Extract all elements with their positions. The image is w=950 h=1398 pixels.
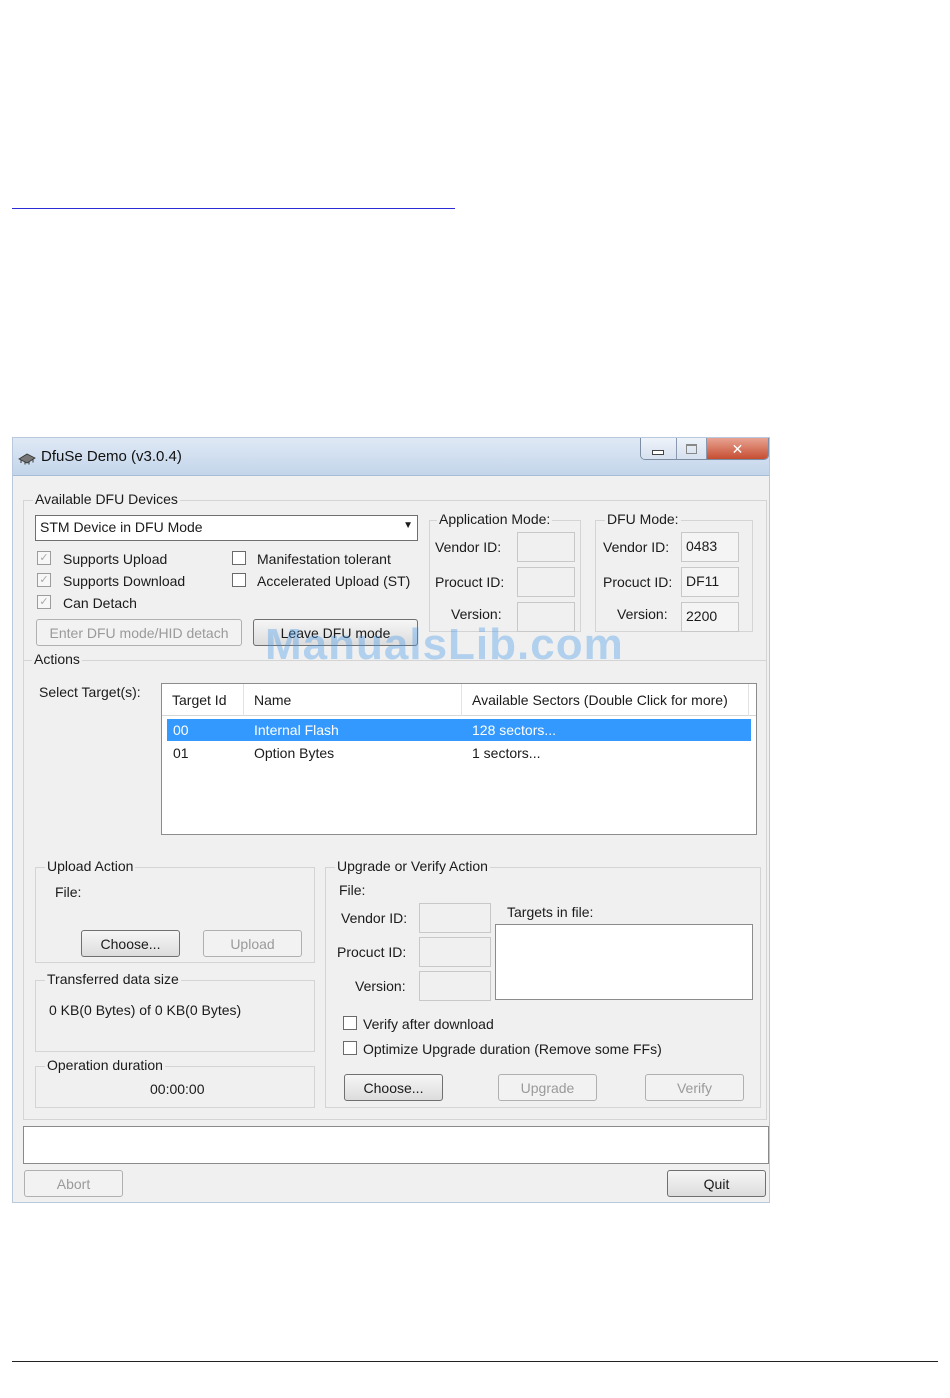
dfu-product-label: Procuct ID: (603, 574, 673, 590)
abort-button[interactable]: Abort (24, 1170, 123, 1197)
upgrade-file-label: File: (339, 882, 366, 898)
target-row-internal-flash[interactable]: 00 Internal Flash 128 sectors... (167, 719, 751, 741)
column-name[interactable]: Name (244, 684, 462, 716)
verify-button[interactable]: Verify (645, 1074, 744, 1101)
device-combo-value: STM Device in DFU Mode (40, 519, 203, 535)
application-mode-label: Application Mode: (437, 511, 553, 527)
supports-download-label: Supports Download (63, 573, 186, 589)
app-vendor-field (517, 532, 575, 562)
target-id: 00 (173, 722, 189, 738)
verify-after-download-label: Verify after download (363, 1016, 494, 1032)
enter-dfu-button[interactable]: Enter DFU mode/HID detach (36, 619, 242, 646)
maximize-button[interactable] (676, 438, 707, 459)
verify-after-download-checkbox[interactable] (343, 1016, 357, 1030)
app-product-field (517, 567, 575, 597)
select-target-label: Select Target(s): (39, 684, 141, 700)
accelerated-upload-label: Accelerated Upload (ST) (257, 573, 411, 589)
optimize-upgrade-checkbox[interactable] (343, 1041, 357, 1055)
target-name: Internal Flash (254, 722, 339, 738)
app-vendor-label: Vendor ID: (435, 539, 502, 555)
target-list-header: Target Id Name Available Sectors (Double… (162, 684, 756, 716)
status-bar (23, 1126, 769, 1164)
manifestation-tolerant-label: Manifestation tolerant (257, 551, 391, 567)
optimize-upgrade-label: Optimize Upgrade duration (Remove some F… (363, 1041, 662, 1057)
upgrade-vendor-label: Vendor ID: (341, 910, 408, 926)
window-title: DfuSe Demo (v3.0.4) (41, 448, 182, 465)
upgrade-button[interactable]: Upgrade (498, 1074, 597, 1101)
title-bar[interactable]: DfuSe Demo (v3.0.4) ✕ (13, 438, 769, 476)
upgrade-vendor-field (419, 903, 491, 933)
actions-label: Actions (32, 651, 82, 667)
chip-app-icon (18, 453, 36, 465)
close-button[interactable]: ✕ (706, 438, 768, 459)
upgrade-product-field (419, 937, 491, 967)
dfu-vendor-field: 0483 (681, 532, 739, 562)
upload-choose-button[interactable]: Choose... (81, 930, 180, 957)
window-controls: ✕ (640, 438, 769, 460)
column-available-sectors[interactable]: Available Sectors (Double Click for more… (462, 684, 749, 716)
supports-upload-label: Supports Upload (63, 551, 168, 567)
target-list[interactable]: Target Id Name Available Sectors (Double… (161, 683, 757, 835)
target-name: Option Bytes (254, 745, 335, 761)
targets-in-file-label: Targets in file: (507, 904, 594, 920)
target-sectors: 128 sectors... (472, 722, 557, 738)
watermark: ManualsLib.com (265, 620, 624, 669)
upgrade-action-label: Upgrade or Verify Action (335, 858, 490, 874)
transferred-size-label: Transferred data size (45, 971, 181, 987)
target-id: 01 (173, 745, 189, 761)
upload-button[interactable]: Upload (203, 930, 302, 957)
upload-file-label: File: (55, 884, 82, 900)
app-product-label: Procuct ID: (435, 574, 505, 590)
upgrade-choose-button[interactable]: Choose... (344, 1074, 443, 1101)
dfuse-window: DfuSe Demo (v3.0.4) ✕ Available DFU Devi… (12, 437, 770, 1203)
upload-action-label: Upload Action (45, 858, 136, 874)
dfu-version-label: Version: (617, 606, 668, 622)
upgrade-version-label: Version: (355, 978, 406, 994)
operation-duration-value: 00:00:00 (150, 1081, 205, 1097)
target-row-option-bytes[interactable]: 01 Option Bytes 1 sectors... (167, 742, 751, 764)
device-combo[interactable]: STM Device in DFU Mode ▼ (35, 515, 418, 541)
quit-button[interactable]: Quit (667, 1170, 766, 1197)
top-rule (12, 208, 455, 209)
minimize-button[interactable] (641, 438, 677, 459)
targets-in-file-list[interactable] (495, 924, 753, 1000)
dfu-mode-label: DFU Mode: (605, 511, 681, 527)
manifestation-tolerant-checkbox[interactable] (232, 551, 246, 565)
can-detach-checkbox[interactable]: ✓ (37, 595, 51, 609)
dfu-vendor-label: Vendor ID: (603, 539, 670, 555)
chevron-down-icon: ▼ (403, 520, 413, 531)
operation-duration-label: Operation duration (45, 1057, 165, 1073)
accelerated-upload-checkbox[interactable] (232, 573, 246, 587)
dfu-product-field: DF11 (681, 567, 739, 597)
dfu-version-field: 2200 (681, 602, 739, 632)
minimize-icon (652, 449, 665, 455)
target-sectors: 1 sectors... (472, 745, 541, 761)
supports-upload-checkbox[interactable]: ✓ (37, 551, 51, 565)
bottom-rule (12, 1361, 938, 1362)
transferred-size-value: 0 KB(0 Bytes) of 0 KB(0 Bytes) (49, 1002, 242, 1018)
can-detach-label: Can Detach (63, 595, 137, 611)
column-target-id[interactable]: Target Id (162, 684, 244, 716)
upgrade-product-label: Procuct ID: (337, 944, 407, 960)
upgrade-version-field (419, 971, 491, 1001)
supports-download-checkbox[interactable]: ✓ (37, 573, 51, 587)
available-devices-label: Available DFU Devices (33, 491, 180, 507)
maximize-icon (685, 444, 697, 454)
close-icon: ✕ (731, 440, 744, 457)
